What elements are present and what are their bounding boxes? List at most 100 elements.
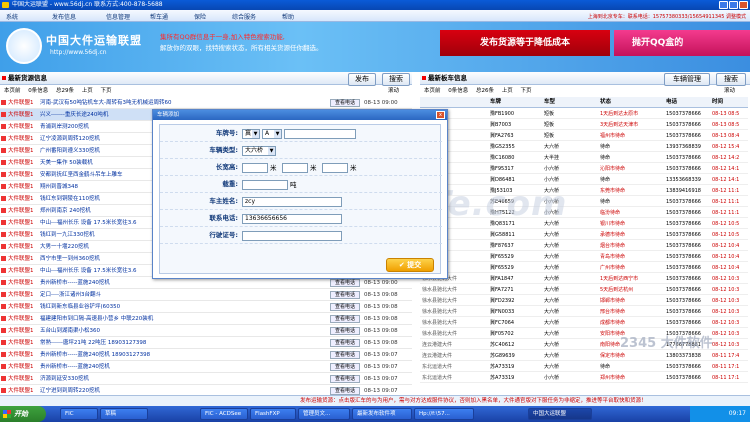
view-phone-button[interactable]: 查看电话	[330, 375, 360, 383]
maximize-button[interactable]	[729, 1, 738, 9]
truck-row[interactable]: 东北运道大件 苏A73319 小六桥 郑州市待命 15037378666 08-11 17…	[420, 373, 748, 383]
truck-row[interactable]: 冀F65529 大六桥 青岛市待命 15037378666 08-12 10:4	[420, 252, 748, 262]
truck-row[interactable]: 豫FB1900 短板 1天后到达太原市 15037378666 08-13 08:5	[420, 109, 748, 119]
task-item[interactable]: 最新发布软件项	[352, 408, 412, 420]
plate-number-input[interactable]	[284, 129, 356, 139]
vehicle-type-select[interactable]: 大六桥 ▼	[242, 146, 276, 156]
prev-page-link[interactable]: 上页	[82, 88, 93, 94]
goods-row[interactable]: 大件联盟1 常熟------唐坪21吨 22吨压 18903127398 查看电话 0…	[0, 337, 412, 349]
truck-row[interactable]: 冀B7003 短板 3天后到达天津市 15037378666 08-13 08:5	[420, 120, 748, 130]
truck-cell: 沁阳市待命	[600, 166, 626, 172]
truck-row[interactable]: 徐水县驰北大件 冀FD2392 大六桥 邯郸市待命 15037378666 08-12 1…	[420, 296, 748, 306]
close-button[interactable]	[739, 1, 748, 9]
next-page-link[interactable]: 下页	[101, 88, 112, 94]
goods-row[interactable]: 大件联盟1 辽宁进到到周转220挖机 查看电话 08-13 09:07	[0, 385, 412, 395]
task-item[interactable]: 草稿	[100, 408, 148, 420]
menu-truck[interactable]: 帮车通	[150, 12, 168, 21]
goods-text: 中山---福州长乐 设备 17.5米长宽往3.6	[40, 268, 137, 274]
prev-page-link[interactable]: 上页	[502, 88, 513, 94]
truck-row[interactable]: 冀F65529 大六桥 广州市待命 15037378666 08-12 10:4	[420, 263, 748, 273]
task-item[interactable]: Hp://f:\57...	[414, 408, 474, 420]
goods-row[interactable]: 大件联盟1 济源到延安330挖机 查看电话 08-13 09:07	[0, 373, 412, 385]
truck-row[interactable]: 徐水县驰北大件 冀FC7064 大六桥 成都市待命 15037378666 08-12 1…	[420, 318, 748, 328]
view-phone-button[interactable]: 查看电话	[330, 99, 360, 107]
truck-manage-button[interactable]: 车辆管理	[664, 73, 710, 86]
truck-cell: 大六桥	[544, 276, 560, 282]
truck-company: 徐水县驰北大件	[422, 287, 458, 293]
menu-publish[interactable]: 发布信息	[52, 12, 76, 21]
truck-search-button[interactable]: 搜索	[716, 73, 746, 86]
flag-icon	[1, 148, 6, 153]
goods-search-button[interactable]: 搜索	[382, 73, 410, 86]
truck-row[interactable]: 徐水县驰北大件 冀FN0033 大六桥 邢台市待命 15037378666 08-12 1…	[420, 307, 748, 317]
truck-row[interactable]: 豫F87637 大六桥 烟台市待命 15037378666 08-12 10:4	[420, 241, 748, 251]
menu-services[interactable]: 综合服务	[232, 12, 256, 21]
plate-letter-select[interactable]: A ▼	[262, 129, 282, 139]
truck-row[interactable]: 徐水县驰北大件 冀FA7271 大六桥 5天后到达杭州 15037378666 08-12…	[420, 285, 748, 295]
start-button[interactable]: 开始	[0, 406, 46, 422]
view-phone-button[interactable]: 查看电话	[330, 351, 360, 359]
plate-province-select[interactable]: 冀 ▼	[242, 129, 260, 139]
goods-row[interactable]: 大件联盟1 五台山到湖南渠小松360 查看电话 08-13 09:08	[0, 325, 412, 337]
owner-name-input[interactable]: zcy	[242, 197, 342, 207]
truck-cell: 15037378666	[666, 276, 701, 282]
task-item[interactable]: FIC	[60, 408, 98, 420]
goods-tag: 大件联盟1	[8, 244, 34, 250]
truck-row[interactable]: 冀FA2763 短板 福州市待命 15037378666 08-13 08:4	[420, 131, 748, 141]
truck-row[interactable]: 豫F95317 小六桥 沁阳市待命 15037378666 08-12 14:1	[420, 164, 748, 174]
license-input[interactable]	[242, 231, 342, 241]
view-phone-button[interactable]: 查看电话	[330, 279, 360, 287]
view-phone-button[interactable]: 查看电话	[330, 327, 360, 335]
goods-autoscroll[interactable]: 滚动	[388, 86, 405, 96]
vehicle-type-value: 大六桥	[245, 147, 264, 154]
task-item[interactable]: FlashFXP	[250, 408, 296, 420]
flag-icon	[1, 376, 6, 381]
flag-icon	[1, 232, 6, 237]
task-item-active[interactable]: 中国大运联盟	[528, 408, 592, 420]
goods-tag: 大件联盟1	[8, 256, 34, 262]
truck-cell: 08-11 17:4	[712, 353, 740, 359]
truck-row[interactable]: 冀G58811 大六桥 承德市待命 15037378666 08-12 10:5	[420, 230, 748, 240]
length-input[interactable]	[242, 163, 268, 173]
height-input[interactable]	[322, 163, 348, 173]
menu-system[interactable]: 系统	[6, 12, 18, 21]
menu-insurance[interactable]: 保险	[194, 12, 206, 21]
view-phone-button[interactable]: 查看电话	[330, 339, 360, 347]
view-phone-button[interactable]: 查看电话	[330, 315, 360, 323]
menu-manage[interactable]: 信息管理	[106, 12, 130, 21]
minimize-button[interactable]	[719, 1, 728, 9]
phone-input[interactable]: 13636656656	[242, 214, 342, 224]
view-phone-button[interactable]: 查看电话	[330, 387, 360, 395]
weight-input[interactable]	[242, 180, 288, 190]
truck-row[interactable]: 东北运道大件 苏A73319 大六桥 待命 15037378666 08-11 17:1	[420, 362, 748, 372]
view-phone-button[interactable]: 查看电话	[330, 363, 360, 371]
view-phone-button[interactable]: 查看电话	[330, 291, 360, 299]
truck-row[interactable]: 连云港建大件 苏G89639 大六桥 保定市待命 13803373838 08-11 17…	[420, 351, 748, 361]
view-phone-button[interactable]: 查看电话	[330, 303, 360, 311]
submit-button[interactable]: ✔ 提交	[386, 258, 434, 272]
publish-button[interactable]: 发布	[348, 73, 376, 86]
chevron-down-icon: ▼	[252, 130, 259, 138]
truck-cell: 冀F05702	[490, 331, 514, 337]
goods-row[interactable]: 大件联盟1 河南-武汉有50吨钻机车大-周转有3吨无机械运周转60 查看电话 08-1…	[0, 97, 412, 109]
task-item[interactable]: 管理员文...	[298, 408, 350, 420]
dialog-close-icon[interactable]: x	[436, 111, 445, 119]
next-page-link[interactable]: 下页	[521, 88, 532, 94]
truck-cell: 08-12 15:4	[712, 144, 740, 150]
truck-row[interactable]: 徐水县驰北大件 冀FA1847 大六桥 1天后到达西宁市 15037378666 08-1…	[420, 274, 748, 284]
goods-row[interactable]: 大件联盟1 钱红到新东临县业谷铲坪(60350 查看电话 08-13 09:08	[0, 301, 412, 313]
goods-row[interactable]: 大件联盟1 贵州新桥市-----蓝施240挖机 查看电话 08-13 09:07	[0, 361, 412, 373]
truck-row[interactable]: 豫G52355 大六桥 待命 13937368839 08-12 15:4	[420, 142, 748, 152]
width-input[interactable]	[282, 163, 308, 173]
truck-row[interactable]: 豫C16080 大半挂 待命 15037378666 08-12 14:2	[420, 153, 748, 163]
goods-row[interactable]: 大件联盟1 福建建阳市到口隔-高速县小营乡 中联220装机 查看电话 08-13 09…	[0, 313, 412, 325]
goods-tag: 大件联盟1	[8, 376, 34, 382]
flag-icon	[1, 364, 6, 369]
ad-banner-1[interactable]: 发布货源等于降低成本	[440, 30, 610, 56]
menu-help[interactable]: 帮助	[282, 12, 294, 21]
truck-autoscroll[interactable]: 滚动	[724, 86, 741, 96]
goods-row[interactable]: 大件联盟1 贵州新桥市-----蓝施240挖机 18903127398 查看电话 08…	[0, 349, 412, 361]
ad-banner-2[interactable]: 抛开QQ盒的	[614, 30, 750, 56]
goods-row[interactable]: 大件联盟1 定口----浙江诸州3台翻斗 查看电话 08-13 09:08	[0, 289, 412, 301]
task-item[interactable]: FIC - ACDSee	[200, 408, 248, 420]
